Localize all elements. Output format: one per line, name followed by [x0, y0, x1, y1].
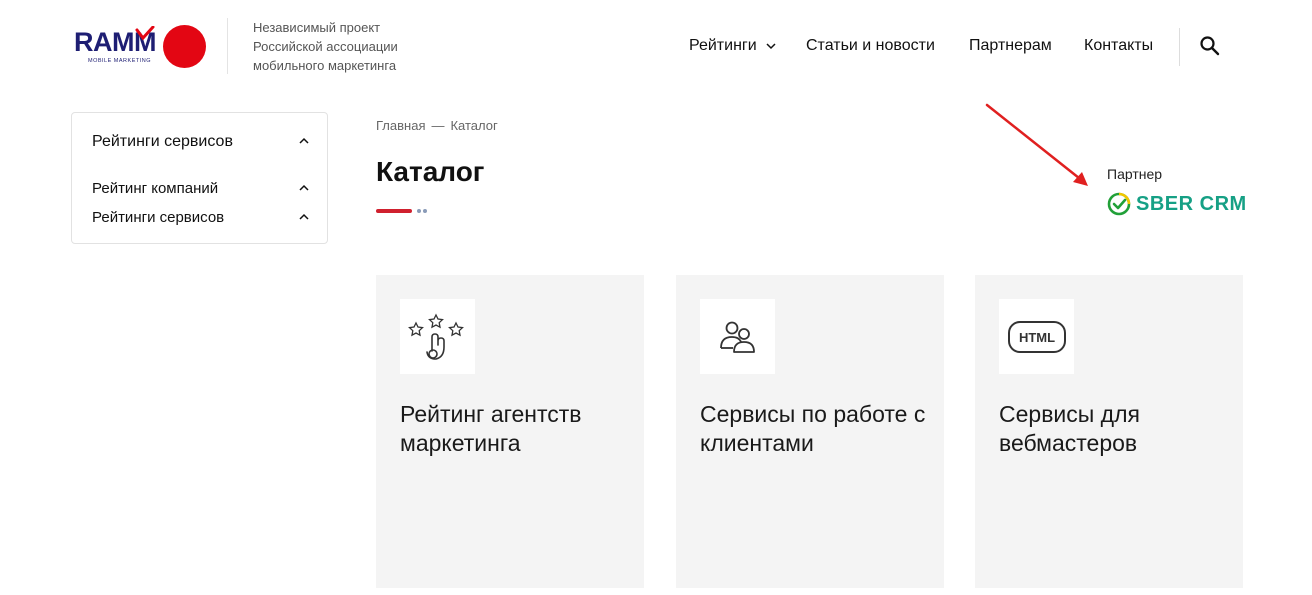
page: RAMM MOBILE MARKETING Независимый проект… — [0, 0, 1312, 595]
chevron-up-icon — [299, 184, 309, 191]
svg-text:HTML: HTML — [1018, 330, 1054, 345]
sidebar-section-title: Рейтинги сервисов — [92, 133, 233, 150]
nav-item-partners[interactable]: Партнерам — [969, 37, 1052, 55]
nav-item-ratings[interactable]: Рейтинги — [689, 37, 776, 55]
card-title: Сервисы для вебмастеров — [999, 401, 1140, 456]
nav-item-label: Рейтинги — [689, 37, 757, 54]
sber-check-icon — [1107, 192, 1131, 216]
partner-label: Партнер — [1107, 166, 1163, 182]
accent-dot — [417, 209, 421, 213]
catalog-card-client-services[interactable]: Сервисы по работе с клиентами — [676, 275, 944, 588]
stars-hand-icon — [407, 313, 464, 360]
html-icon: HTML — [1007, 320, 1066, 353]
card-icon-box — [400, 299, 475, 374]
site-logo[interactable]: RAMM MOBILE MARKETING — [74, 24, 208, 72]
annotation-arrow — [985, 103, 1088, 186]
sidebar-item-service-ratings[interactable]: Рейтинги сервисов — [92, 209, 309, 227]
accent-dot — [423, 209, 427, 213]
page-title: Каталог — [376, 156, 485, 187]
logo-check-mark — [135, 26, 155, 41]
nav-item-articles[interactable]: Статьи и новости — [806, 37, 935, 55]
search-icon — [1200, 36, 1220, 56]
site-tagline: Независимый проект Российской ассоциации… — [253, 18, 398, 75]
accent-line — [376, 209, 412, 213]
logo-subtext: MOBILE MARKETING — [88, 58, 152, 64]
breadcrumb: Главная — Каталог — [376, 118, 498, 133]
nav-divider — [1179, 28, 1180, 66]
partner-block: Партнер SBER CRM — [1107, 166, 1246, 216]
catalog-card-webmaster-services[interactable]: HTML Сервисы для вебмастеров — [975, 275, 1243, 588]
nav-item-contacts[interactable]: Контакты — [1084, 37, 1153, 55]
search-button[interactable] — [1199, 35, 1221, 57]
card-title: Сервисы по работе с клиентами — [700, 401, 926, 456]
tagline-line: Независимый проект — [253, 20, 381, 35]
tagline-line: Российской ассоциации — [253, 39, 398, 54]
logo-red-circle — [163, 25, 206, 68]
sidebar-item-label: Рейтинги сервисов — [92, 209, 225, 226]
card-title: Рейтинг агентств маркетинга — [400, 401, 582, 456]
sidebar-section-header[interactable]: Рейтинги сервисов — [92, 133, 309, 151]
card-icon-box — [700, 299, 775, 374]
tagline-line: мобильного маркетинга — [253, 58, 397, 73]
card-icon-box: HTML — [999, 299, 1074, 374]
breadcrumb-home[interactable]: Главная — [376, 118, 425, 133]
breadcrumb-separator: — — [431, 118, 445, 133]
chevron-down-icon — [766, 43, 776, 49]
sidebar-ratings-menu: Рейтинги сервисов Рейтинг компаний Рейти… — [71, 112, 328, 244]
sidebar-item-label: Рейтинг компаний — [92, 180, 219, 197]
header-divider — [227, 18, 228, 74]
catalog-card-agency-rating[interactable]: Рейтинг агентств маркетинга — [376, 275, 644, 588]
sidebar-item-company-rating[interactable]: Рейтинг компаний — [92, 180, 309, 198]
users-icon — [719, 321, 755, 353]
sber-crm-wordmark: SBER CRM — [1136, 193, 1247, 215]
sber-crm-logo[interactable]: SBER CRM — [1107, 192, 1247, 218]
chevron-up-icon — [299, 137, 309, 144]
breadcrumb-current: Каталог — [450, 118, 498, 133]
chevron-up-icon — [299, 213, 309, 220]
